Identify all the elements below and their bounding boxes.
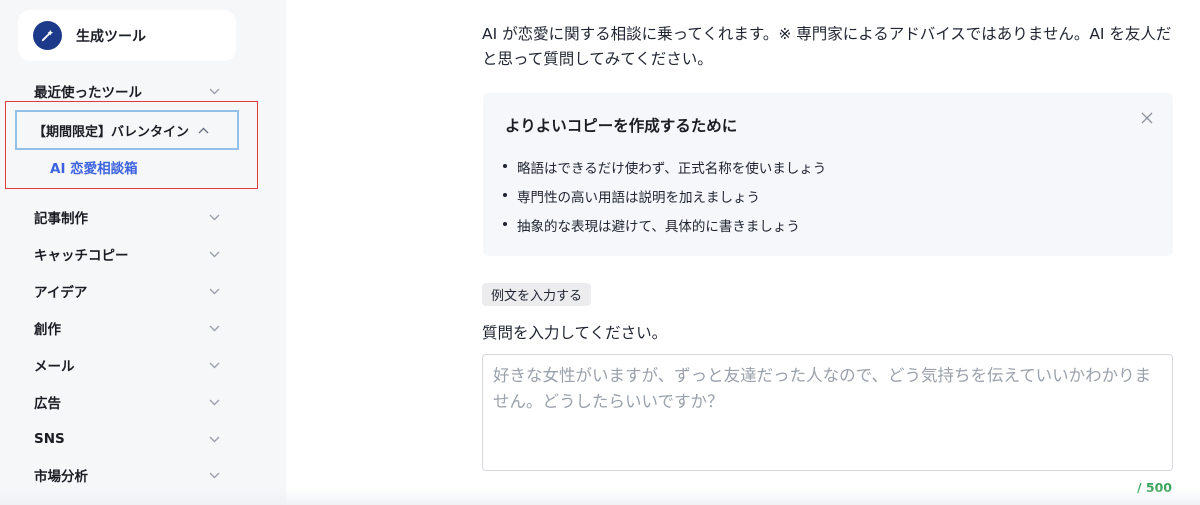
chevron-down-icon	[208, 248, 220, 260]
list-item: 抽象的な表現は避けて、具体的に書きましょう	[503, 215, 826, 244]
question-label: 質問を入力してください。	[482, 324, 668, 342]
sidebar-item-label: 創作	[34, 322, 61, 338]
tips-title: よりよいコピーを作成するために	[505, 117, 738, 135]
question-input[interactable]	[482, 354, 1173, 471]
bullet-icon	[503, 164, 507, 168]
sidebar-item-label: SNS	[34, 431, 65, 447]
list-item: 専門性の高い用語は説明を加えましょう	[503, 186, 826, 215]
brand-label: 生成ツール	[76, 28, 146, 45]
magic-wand-icon	[33, 21, 62, 50]
sidebar-item-catchcopy[interactable]: キャッチコピー	[34, 243, 220, 265]
chevron-down-icon	[208, 285, 220, 297]
sidebar-item-creative[interactable]: 創作	[34, 317, 220, 339]
sidebar-item-ads[interactable]: 広告	[34, 391, 220, 413]
sidebar-item-mail[interactable]: メール	[34, 354, 220, 376]
sidebar-item-label: 広告	[34, 396, 61, 412]
sidebar-item-label: キャッチコピー	[34, 248, 129, 264]
tips-list: 略語はできるだけ使わず、正式名称を使いましょう 専門性の高い用語は説明を加えまし…	[503, 157, 826, 244]
sidebar-item-sns[interactable]: SNS	[34, 428, 220, 450]
chevron-up-icon	[197, 124, 209, 136]
sidebar-item-label: 記事制作	[34, 211, 88, 227]
sidebar-item-label: アイデア	[34, 285, 88, 301]
sidebar-item-valentine[interactable]: 【期間限定】バレンタイン	[15, 110, 239, 150]
sidebar-subitem-ai-love-advice[interactable]: AI 恋愛相談箱	[50, 157, 138, 177]
sidebar-item-label: 市場分析	[34, 469, 88, 485]
chevron-down-icon	[208, 433, 220, 445]
close-icon[interactable]	[1141, 109, 1155, 124]
chevron-down-icon	[208, 211, 220, 223]
list-item: 略語はできるだけ使わず、正式名称を使いましょう	[503, 157, 826, 186]
tips-panel: よりよいコピーを作成するために 略語はできるだけ使わず、正式名称を使いましょう …	[483, 93, 1173, 256]
chevron-down-icon	[208, 322, 220, 334]
chevron-down-icon	[208, 469, 220, 481]
bullet-icon	[503, 193, 507, 197]
sidebar-item-label: 【期間限定】バレンタイン	[33, 124, 190, 140]
sidebar-item-ideas[interactable]: アイデア	[34, 280, 220, 302]
chevron-down-icon	[208, 396, 220, 408]
sidebar-item-label: 最近使ったツール	[34, 85, 142, 101]
sidebar-item-market-analysis[interactable]: 市場分析	[34, 464, 220, 486]
sidebar-item-articles[interactable]: 記事制作	[34, 206, 220, 228]
chevron-down-icon	[208, 85, 220, 97]
sidebar-item-label: メール	[34, 359, 75, 375]
sidebar-item-recent[interactable]: 最近使ったツール	[34, 80, 220, 102]
tool-description: AI が恋愛に関する相談に乗ってくれます。※ 専門家によるアドバイスではありませ…	[482, 25, 1172, 68]
insert-example-button[interactable]: 例文を入力する	[482, 283, 592, 306]
sidebar: 生成ツール 最近使ったツール 【期間限定】バレンタイン AI 恋愛相談箱 記事制…	[0, 0, 286, 505]
chevron-down-icon	[208, 359, 220, 371]
bullet-icon	[503, 222, 507, 226]
bottom-fade	[0, 488, 1200, 505]
brand-card[interactable]: 生成ツール	[18, 10, 236, 61]
